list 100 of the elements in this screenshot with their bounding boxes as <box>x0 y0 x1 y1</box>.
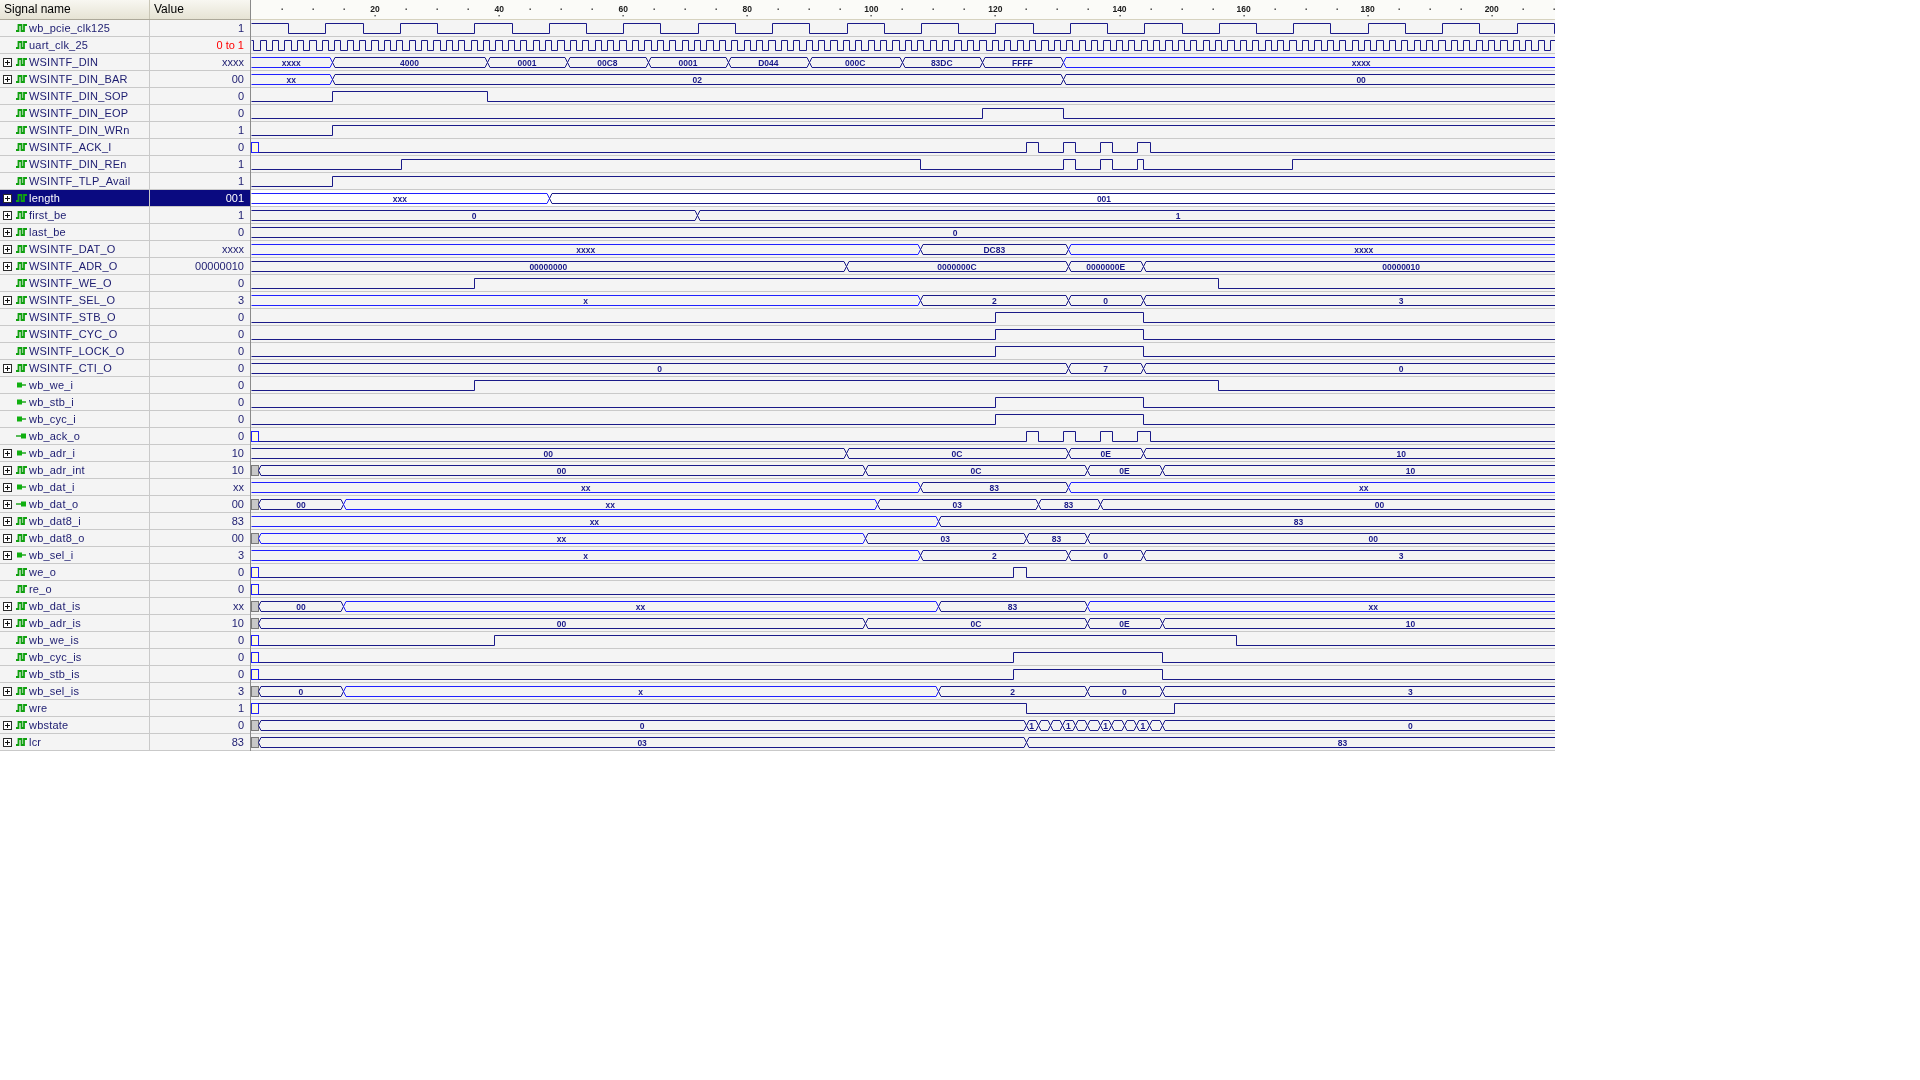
bus-value-label: xx <box>605 499 615 510</box>
signal-row[interactable]: wb_sel_i 3 <box>0 547 250 564</box>
bus-value-label: 1 <box>1103 720 1108 731</box>
signal-row[interactable]: wb_dat_o 00 <box>0 496 250 513</box>
expand-icon[interactable] <box>3 618 12 628</box>
signal-row[interactable]: wb_sel_is 3 <box>0 683 250 700</box>
expand-icon[interactable] <box>3 516 12 526</box>
expand-icon[interactable] <box>3 601 12 611</box>
output-port-icon <box>16 432 27 440</box>
signal-value: 1 <box>237 702 244 714</box>
signal-name: uart_clk_25 <box>28 39 89 51</box>
bus-value-label: 10 <box>1405 618 1416 629</box>
signal-row[interactable]: WSINTF_CYC_O 0 <box>0 326 250 343</box>
signal-name: WSINTF_TLP_Avail <box>28 175 131 187</box>
expand-icon[interactable] <box>3 550 12 560</box>
signal-value: 0 <box>237 311 244 323</box>
signal-row[interactable]: we_o 0 <box>0 564 250 581</box>
signal-row[interactable]: WSINTF_DIN_REn 1 <box>0 156 250 173</box>
signal-value: 3 <box>237 294 244 306</box>
signal-wave-icon <box>16 313 27 321</box>
signal-row[interactable]: wb_stb_i 0 <box>0 394 250 411</box>
expand-icon[interactable] <box>3 448 12 458</box>
column-header[interactable]: Signal name <box>0 0 150 19</box>
bus-value-label: 0000000C <box>937 261 977 272</box>
signal-row[interactable]: wb_ack_o 0 <box>0 428 250 445</box>
signal-name: WSINTF_ADR_O <box>28 260 118 272</box>
signal-row[interactable]: lcr 83 <box>0 734 250 751</box>
bus-value-label: 83 <box>1063 499 1074 510</box>
expand-icon[interactable] <box>3 295 12 305</box>
signal-row[interactable]: wb_we_is 0 <box>0 632 250 649</box>
expand-icon[interactable] <box>3 57 12 67</box>
signal-row[interactable]: wb_adr_is 10 <box>0 615 250 632</box>
column-header[interactable]: Value <box>150 0 250 19</box>
signal-row[interactable]: wb_dat8_i 83 <box>0 513 250 530</box>
bus-value-label: xxxx <box>576 244 596 255</box>
bus-value-label: 00000000 <box>529 261 568 272</box>
signal-row[interactable]: WSINTF_DIN_EOP 0 <box>0 105 250 122</box>
signal-row[interactable]: WSINTF_WE_O 0 <box>0 275 250 292</box>
bus-value-label: 0001 <box>517 57 537 68</box>
signal-name: wre <box>28 702 48 714</box>
signal-value: 00 <box>231 498 244 510</box>
signal-row[interactable]: wb_dat_i xx <box>0 479 250 496</box>
bus-value-label: 0C <box>970 618 982 629</box>
signal-row[interactable]: WSINTF_DAT_O xxxx <box>0 241 250 258</box>
bus-value-label: 7 <box>1103 363 1109 374</box>
signal-row[interactable]: WSINTF_DIN_SOP 0 <box>0 88 250 105</box>
signal-row[interactable]: wre 1 <box>0 700 250 717</box>
expand-icon[interactable] <box>3 193 12 203</box>
signal-name: wb_dat_o <box>28 498 79 510</box>
signal-row[interactable]: first_be 1 <box>0 207 250 224</box>
expand-icon[interactable] <box>3 720 12 730</box>
bus-value-label: 0 <box>952 227 958 238</box>
bus-value-label: 83 <box>1337 737 1348 748</box>
expand-icon[interactable] <box>3 363 12 373</box>
signal-row[interactable]: wbstate 0 <box>0 717 250 734</box>
signal-name: wb_ack_o <box>28 430 81 442</box>
signal-row[interactable]: wb_we_i 0 <box>0 377 250 394</box>
signal-row[interactable]: wb_dat8_o 00 <box>0 530 250 547</box>
expand-icon[interactable] <box>3 244 12 254</box>
expand-icon[interactable] <box>3 227 12 237</box>
signal-row[interactable]: WSINTF_ADR_O 00000010 <box>0 258 250 275</box>
bus-value-label: 3 <box>1398 295 1404 306</box>
expand-icon[interactable] <box>3 210 12 220</box>
expand-icon[interactable] <box>3 74 12 84</box>
signal-value: 10 <box>231 617 244 629</box>
signal-row[interactable]: wb_pcie_clk125 1 <box>0 20 250 37</box>
signal-row[interactable]: wb_stb_is 0 <box>0 666 250 683</box>
signal-row[interactable]: WSINTF_STB_O 0 <box>0 309 250 326</box>
signal-row[interactable]: re_o 0 <box>0 581 250 598</box>
expand-icon[interactable] <box>3 737 12 747</box>
signal-name: WSINTF_DIN_SOP <box>28 90 129 102</box>
signal-name: WSINTF_DIN_WRn <box>28 124 130 136</box>
signal-row[interactable]: wb_adr_int 10 <box>0 462 250 479</box>
bus-value-label: 0 <box>1408 720 1413 731</box>
signal-row[interactable]: WSINTF_DIN_BAR 00 <box>0 71 250 88</box>
signal-row[interactable]: wb_cyc_is 0 <box>0 649 250 666</box>
signal-name: wbstate <box>28 719 69 731</box>
bus-value-label: xx <box>580 482 591 493</box>
signal-name: length <box>28 192 61 204</box>
signal-value: 0 <box>237 141 244 153</box>
signal-row[interactable]: uart_clk_25 0 to 1 <box>0 37 250 54</box>
bus-value-label: 0C <box>970 465 982 476</box>
signal-row[interactable]: last_be 0 <box>0 224 250 241</box>
expand-icon[interactable] <box>3 686 12 696</box>
signal-row[interactable]: wb_cyc_i 0 <box>0 411 250 428</box>
signal-row[interactable]: WSINTF_DIN_WRn 1 <box>0 122 250 139</box>
signal-row[interactable]: wb_dat_is xx <box>0 598 250 615</box>
signal-row[interactable]: WSINTF_ACK_I 0 <box>0 139 250 156</box>
signal-row[interactable]: WSINTF_CTI_O 0 <box>0 360 250 377</box>
signal-name: wb_dat_i <box>28 481 75 493</box>
expand-icon[interactable] <box>3 482 12 492</box>
signal-row[interactable]: wb_adr_i 10 <box>0 445 250 462</box>
signal-row[interactable]: WSINTF_LOCK_O 0 <box>0 343 250 360</box>
expand-icon[interactable] <box>3 499 12 509</box>
expand-icon[interactable] <box>3 465 12 475</box>
bus-value-label: 000C <box>845 57 866 68</box>
signal-row[interactable]: WSINTF_SEL_O 3 <box>0 292 250 309</box>
signal-row[interactable]: WSINTF_DIN xxxx <box>0 54 250 71</box>
expand-icon[interactable] <box>3 261 12 271</box>
expand-icon[interactable] <box>3 533 12 543</box>
